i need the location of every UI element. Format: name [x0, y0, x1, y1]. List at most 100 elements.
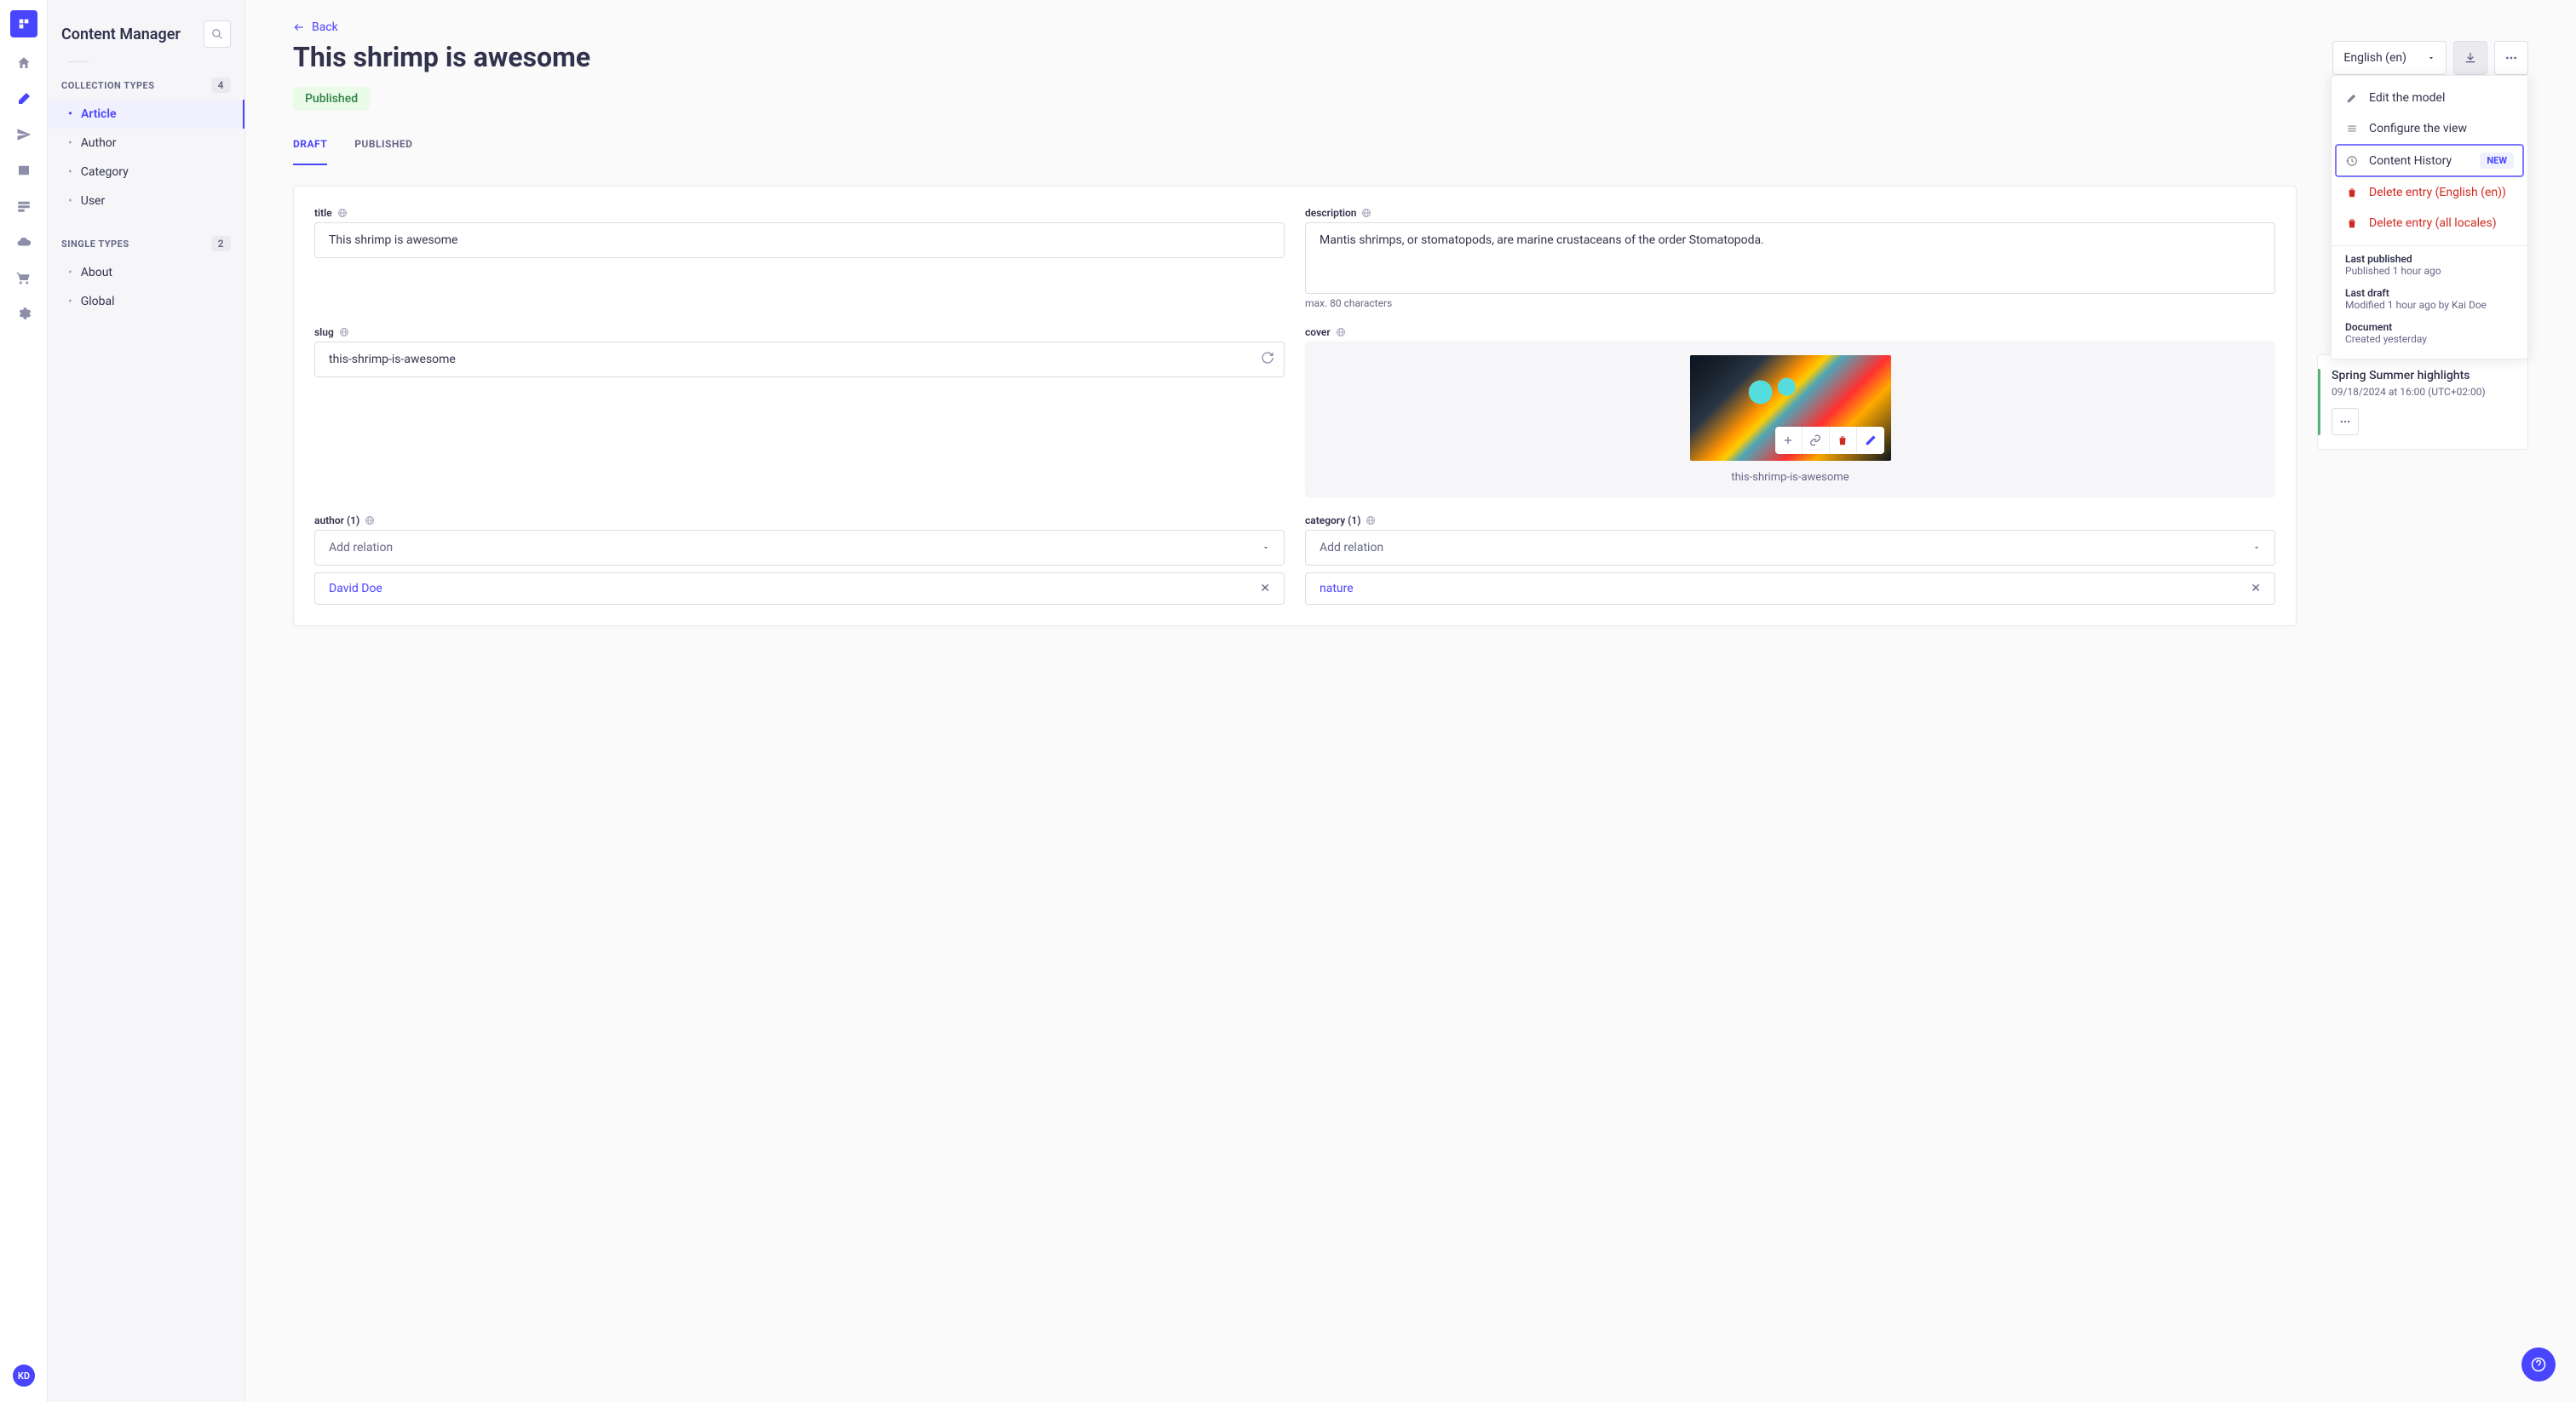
actions-dropdown: Edit the model Configure the view Conten… [2331, 75, 2528, 359]
globe-icon [1361, 208, 1371, 218]
globe-icon [339, 327, 349, 337]
field-category: category (1) Add relation nature✕ [1305, 514, 2275, 605]
history-icon [2345, 154, 2359, 168]
page-title: This shrimp is awesome [293, 41, 590, 73]
category-chip[interactable]: nature✕ [1305, 572, 2275, 605]
tabs: DRAFT PUBLISHED [293, 138, 2528, 165]
nav-marketplace-icon[interactable] [14, 267, 34, 288]
sidebar-title: Content Manager [61, 26, 181, 43]
release-more-button[interactable] [2332, 408, 2359, 435]
globe-icon [1336, 327, 1346, 337]
nav-cloud-icon[interactable] [14, 232, 34, 252]
cover-image [1690, 355, 1891, 461]
globe-icon [1366, 515, 1376, 526]
category-select[interactable]: Add relation [1305, 530, 2275, 566]
nav-content-icon[interactable] [14, 89, 34, 109]
last-published-value: Published 1 hour ago [2345, 265, 2514, 277]
chevron-down-icon [2427, 54, 2435, 62]
new-badge: NEW [2480, 152, 2514, 169]
form-card: title description max. 80 characters slu… [293, 186, 2297, 626]
nav-settings-icon[interactable] [14, 303, 34, 324]
field-slug: slug [314, 326, 1285, 497]
document-label: Document [2345, 321, 2514, 333]
main-content: Back This shrimp is awesome Published En… [245, 0, 2576, 1402]
cover-actions [1775, 427, 1884, 454]
back-link[interactable]: Back [293, 20, 2528, 34]
status-badge: Published [293, 87, 370, 111]
field-cover: cover this-shrimp-is-awesome [1305, 326, 2275, 497]
sidebar-item-author[interactable]: Author [48, 129, 244, 158]
edit-model-item[interactable]: Edit the model [2332, 83, 2527, 113]
user-avatar[interactable]: KD [13, 1365, 35, 1387]
collection-list: Article Author Category User [48, 100, 244, 215]
slug-regenerate-button[interactable] [1261, 351, 1274, 368]
single-count-badge: 2 [211, 236, 231, 251]
icon-sidebar: KD [0, 0, 48, 1402]
description-label: description [1305, 207, 2275, 219]
remove-category-button[interactable]: ✕ [2251, 582, 2261, 595]
layout-icon [2345, 122, 2359, 135]
more-actions-button[interactable] [2494, 41, 2528, 75]
chevron-down-icon [1262, 543, 1270, 552]
description-input[interactable] [1305, 222, 2275, 294]
trash-icon [2345, 186, 2359, 199]
configure-view-item[interactable]: Configure the view [2332, 113, 2527, 144]
release-title: Spring Summer highlights [2332, 369, 2514, 382]
description-helper: max. 80 characters [1305, 297, 2275, 309]
collection-types-label: COLLECTION TYPES [61, 80, 155, 91]
collection-count-badge: 4 [211, 78, 231, 93]
sidebar-item-article[interactable]: Article [48, 100, 244, 129]
last-published-label: Last published [2345, 253, 2514, 265]
release-date: 09/18/2024 at 16:00 (UTC+02:00) [2332, 386, 2514, 398]
chevron-down-icon [2252, 543, 2261, 552]
nav-send-icon[interactable] [14, 124, 34, 145]
app-logo[interactable] [10, 10, 37, 37]
cover-add-button[interactable] [1775, 427, 1803, 454]
help-button[interactable] [2521, 1347, 2556, 1382]
single-types-header: SINGLE TYPES 2 [48, 236, 244, 251]
divider [68, 61, 89, 62]
author-select[interactable]: Add relation [314, 530, 1285, 566]
nav-builder-icon[interactable] [14, 196, 34, 216]
sidebar-item-category[interactable]: Category [48, 158, 244, 187]
locale-label: English (en) [2343, 51, 2406, 65]
header-actions: English (en) [2332, 41, 2528, 75]
cover-link-button[interactable] [1803, 427, 1830, 454]
tab-draft[interactable]: DRAFT [293, 138, 327, 165]
document-value: Created yesterday [2345, 333, 2514, 345]
locale-select[interactable]: English (en) [2332, 41, 2447, 75]
title-input[interactable] [314, 222, 1285, 258]
arrow-left-icon [293, 21, 305, 33]
remove-author-button[interactable]: ✕ [1260, 582, 1270, 595]
cover-delete-button[interactable] [1830, 427, 1857, 454]
back-label: Back [312, 20, 338, 34]
last-draft-label: Last draft [2345, 287, 2514, 299]
sidebar-item-about[interactable]: About [48, 258, 244, 287]
collection-types-header: COLLECTION TYPES 4 [48, 78, 244, 93]
dropdown-info: Last published Published 1 hour ago Last… [2332, 245, 2527, 352]
field-author: author (1) Add relation David Doe✕ [314, 514, 1285, 605]
content-history-item[interactable]: Content History NEW [2335, 144, 2524, 177]
globe-icon [365, 515, 375, 526]
nav-media-icon[interactable] [14, 160, 34, 181]
author-label: author (1) [314, 514, 1285, 526]
sidebar-item-global[interactable]: Global [48, 287, 244, 316]
sidebar-item-user[interactable]: User [48, 187, 244, 215]
single-types-label: SINGLE TYPES [61, 238, 129, 250]
globe-icon [337, 208, 348, 218]
nav-home-icon[interactable] [14, 53, 34, 73]
release-card: Spring Summer highlights 09/18/2024 at 1… [2317, 354, 2528, 450]
search-button[interactable] [204, 20, 231, 48]
author-chip[interactable]: David Doe✕ [314, 572, 1285, 605]
title-label: title [314, 207, 1285, 219]
last-draft-value: Modified 1 hour ago by Kai Doe [2345, 299, 2514, 311]
delete-locale-item[interactable]: Delete entry (English (en)) [2332, 177, 2527, 208]
delete-all-item[interactable]: Delete entry (all locales) [2332, 208, 2527, 238]
download-button[interactable] [2453, 41, 2487, 75]
cover-label: cover [1305, 326, 2275, 338]
cover-edit-button[interactable] [1857, 427, 1884, 454]
slug-input[interactable] [314, 342, 1285, 377]
tab-published[interactable]: PUBLISHED [354, 138, 412, 165]
cover-caption: this-shrimp-is-awesome [1319, 471, 2262, 484]
single-list: About Global [48, 258, 244, 316]
